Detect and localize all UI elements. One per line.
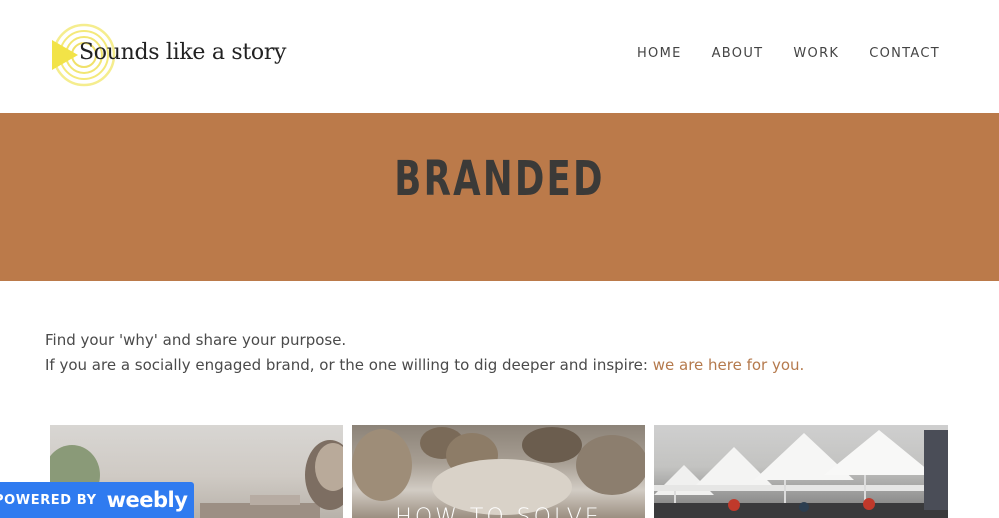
badge-powered-by: POWERED BY (0, 492, 97, 508)
nav-contact[interactable]: CONTACT (869, 46, 940, 61)
nav-about[interactable]: ABOUT (712, 46, 764, 61)
intro-line-2-text: If you are a socially engaged brand, or … (45, 356, 653, 374)
page-banner: BRANDED (0, 113, 999, 281)
site-logo[interactable]: Sounds like a story (48, 22, 286, 88)
intro-line-2: If you are a socially engaged brand, or … (45, 353, 804, 378)
weebly-badge[interactable]: POWERED BY weebly (0, 482, 194, 518)
logo-text: Sounds like a story (79, 40, 287, 65)
gallery-overlay-title: HOW TO SOLVE (395, 505, 602, 518)
site-header: Sounds like a story HOME ABOUT WORK CONT… (0, 0, 999, 113)
page-title: BRANDED (394, 151, 605, 207)
intro-text: Find your 'why' and share your purpose. … (45, 328, 804, 378)
intro-line-1: Find your 'why' and share your purpose. (45, 331, 347, 349)
gallery-item-2[interactable]: HOW TO SOLVE (352, 425, 645, 518)
gallery-item-3[interactable] (654, 425, 948, 518)
main-nav: HOME ABOUT WORK CONTACT (637, 46, 940, 61)
nav-work[interactable]: WORK (793, 46, 839, 61)
weebly-logo: weebly (106, 488, 188, 512)
market-photo (654, 430, 948, 518)
contact-link[interactable]: we are here for you. (653, 356, 805, 374)
nav-home[interactable]: HOME (637, 46, 682, 61)
